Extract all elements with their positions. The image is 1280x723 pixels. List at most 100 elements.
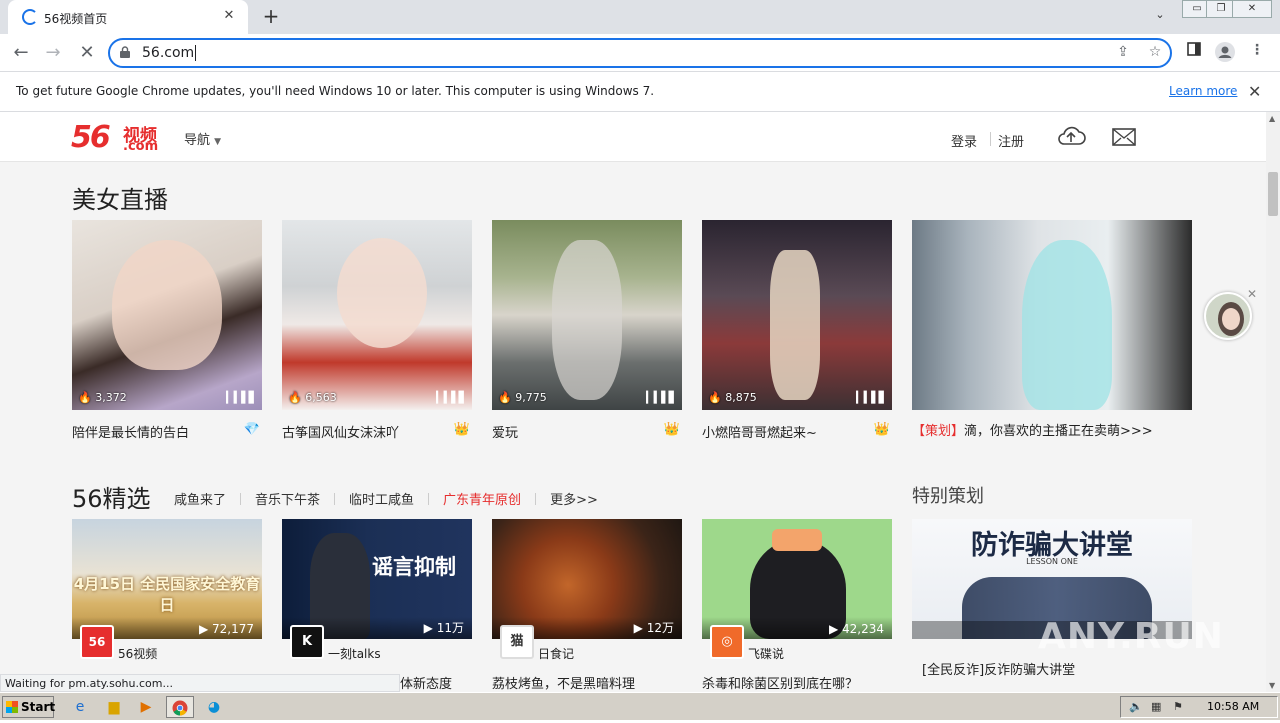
special-caption[interactable]: [全民反诈]反诈防骗大讲堂	[912, 659, 1192, 678]
logo-dotcom: .com	[123, 139, 159, 154]
subnav-item[interactable]: 临时工咸鱼	[349, 493, 414, 508]
video-card[interactable]: 4月15日 全民国家安全教育日 ▶ 72,177 56 56视频	[72, 519, 262, 673]
infobar-close-icon[interactable]: ✕	[1248, 82, 1261, 101]
clock: 10:58 AM	[1207, 700, 1260, 713]
login-link[interactable]: 登录	[951, 131, 977, 150]
profile-avatar-icon[interactable]	[1214, 42, 1236, 64]
floating-close-icon[interactable]: ✕	[1247, 287, 1257, 301]
new-tab-button[interactable]: +	[260, 5, 282, 27]
audio-bars-icon: ▎▍▌▋	[436, 391, 467, 404]
video-caption[interactable]: 荔枝烤鱼，不是黑暗料理	[492, 673, 682, 692]
tab-search-icon[interactable]: ⌄	[1151, 8, 1169, 26]
more-link[interactable]: 更多>>	[550, 493, 598, 508]
ie-icon[interactable]: e	[66, 696, 94, 718]
scroll-down-icon[interactable]: ▼	[1269, 681, 1275, 690]
edge-icon[interactable]: ◕	[200, 696, 228, 718]
channel-avatar[interactable]: ◎	[710, 625, 744, 659]
site-logo[interactable]: 56 视频 .com	[71, 120, 158, 156]
view-count: ▶ 12万	[633, 621, 674, 635]
chrome-taskbar-icon[interactable]	[166, 696, 194, 718]
diamond-badge-icon: 💎	[243, 422, 260, 437]
channel-avatar[interactable]: 猫	[500, 625, 534, 659]
subnav-item[interactable]: 广东青年原创	[443, 493, 521, 508]
watermark: ANY.RUN	[1038, 616, 1224, 657]
picks-section-title: 56精选	[72, 485, 151, 513]
video-caption[interactable]: 杀毒和除菌区别到底在哪？	[702, 673, 892, 692]
viewer-count: 🔥 8,875	[708, 391, 757, 404]
live-caption: 小燃陪哥哥燃起来~	[702, 426, 817, 440]
system-tray: 🔈 ▦ ⚑ 10:58 AM	[1120, 696, 1278, 718]
live-caption: 陪伴是最长情的告白	[72, 426, 190, 440]
address-bar[interactable]: 56.com ⇪ ☆	[108, 38, 1172, 68]
live-promo-card[interactable]: 【策划】滴，你喜欢的主播正在卖萌>>>	[912, 220, 1192, 440]
view-count: ▶ 42,234	[828, 622, 884, 636]
learn-more-link[interactable]: Learn more	[1169, 84, 1237, 98]
channel-name[interactable]: 飞碟说	[748, 645, 784, 662]
live-card[interactable]: 🔥 9,775 ▎▍▌▋ 爱玩 👑	[492, 220, 682, 440]
flame-icon: 🔥	[288, 391, 302, 404]
scroll-up-icon[interactable]: ▲	[1269, 114, 1275, 123]
channel-avatar[interactable]: 56	[80, 625, 114, 659]
divider	[428, 493, 430, 505]
nav-dropdown[interactable]: 导航 ▼	[184, 129, 221, 148]
bookmark-star-icon[interactable]: ☆	[1146, 44, 1164, 62]
chrome-menu-icon[interactable]: ⋮	[1246, 42, 1268, 64]
start-label: Start	[21, 700, 56, 714]
special-section-title: 特别策划	[912, 486, 984, 507]
video-card[interactable]: ▶ 42,234 ◎ 飞碟说 杀毒和除菌区别到底在哪？	[702, 519, 892, 692]
floating-live-avatar[interactable]	[1204, 292, 1252, 340]
channel-name[interactable]: 一刻talks	[328, 645, 381, 662]
thumb-subtext: LESSON ONE	[1026, 557, 1078, 566]
video-card[interactable]: 谣言抑制 ▶ 11万 K 一刻talks 体新态度	[282, 519, 472, 692]
tab-close-icon[interactable]: ✕	[220, 7, 238, 25]
web-page: 56 视频 .com 导航 ▼ 登录 注册 美女直播 🔥 3,372 ▎▍▌▋ …	[0, 112, 1266, 692]
network-icon[interactable]: ▦	[1151, 700, 1161, 713]
message-envelope-icon[interactable]	[1112, 128, 1136, 146]
view-count: ▶ 11万	[423, 621, 464, 635]
thumb-text: 谣言抑制	[372, 555, 456, 579]
flame-icon: 🔥	[498, 391, 512, 404]
divider	[990, 132, 991, 146]
live-caption: 古筝国风仙女沫沫吖	[282, 426, 400, 440]
side-panel-icon[interactable]	[1183, 42, 1205, 64]
live-card[interactable]: 🔥 6,563 ▎▍▌▋ 古筝国风仙女沫沫吖 👑	[282, 220, 472, 440]
video-card[interactable]: ▶ 12万 猫日食记 荔枝烤鱼，不是黑暗料理	[492, 519, 682, 692]
share-icon[interactable]: ⇪	[1114, 44, 1132, 62]
channel-avatar[interactable]: K	[290, 625, 324, 659]
forward-icon[interactable]: →	[40, 40, 66, 66]
caret-down-icon: ▼	[214, 137, 222, 147]
upload-cloud-icon[interactable]	[1056, 124, 1086, 148]
audio-bars-icon: ▎▍▌▋	[646, 391, 677, 404]
live-card[interactable]: 🔥 3,372 ▎▍▌▋ 陪伴是最长情的告白 💎	[72, 220, 262, 440]
channel-name[interactable]: 日食记	[538, 645, 574, 662]
live-section-title: 美女直播	[72, 186, 168, 214]
flame-icon: 🔥	[708, 391, 722, 404]
scrollbar-thumb[interactable]	[1268, 172, 1278, 216]
browser-toolbar: ← → ✕ 56.com ⇪ ☆ ⋮	[0, 34, 1280, 72]
page-scrollbar[interactable]: ▲ ▼	[1266, 112, 1280, 692]
register-link[interactable]: 注册	[998, 131, 1024, 150]
live-card[interactable]: 🔥 8,875 ▎▍▌▋ 小燃陪哥哥燃起来~ 👑	[702, 220, 892, 440]
view-count: ▶ 72,177	[198, 622, 254, 636]
audio-bars-icon: ▎▍▌▋	[856, 391, 887, 404]
update-infobar: To get future Google Chrome updates, you…	[0, 72, 1280, 112]
url-text[interactable]: 56.com	[142, 45, 197, 61]
active-tab[interactable]: 56视频首页 ✕	[8, 0, 248, 34]
tab-title: 56视频首页	[44, 12, 108, 26]
subnav-item[interactable]: 音乐下午茶	[255, 493, 320, 508]
media-player-icon[interactable]: ▶	[132, 696, 160, 718]
viewer-count: 🔥 9,775	[498, 391, 547, 404]
close-window-button[interactable]: ✕	[1232, 0, 1272, 18]
explorer-folder-icon[interactable]: ▆	[100, 696, 128, 718]
channel-name[interactable]: 56视频	[118, 645, 157, 662]
viewer-count: 🔥 3,372	[78, 391, 127, 404]
tab-strip: 56视频首页 ✕ + ⌄ ▭ ❐ ✕	[0, 0, 1280, 34]
promo-tag: 【策划】	[912, 424, 965, 439]
flag-icon[interactable]: ⚑	[1173, 700, 1183, 713]
start-button[interactable]: Start	[2, 696, 56, 718]
subnav-item[interactable]: 咸鱼来了	[174, 493, 226, 508]
back-icon[interactable]: ←	[8, 40, 34, 66]
speaker-icon[interactable]: 🔈	[1129, 700, 1143, 713]
nav-label: 导航	[184, 133, 211, 148]
stop-loading-icon[interactable]: ✕	[74, 40, 100, 66]
